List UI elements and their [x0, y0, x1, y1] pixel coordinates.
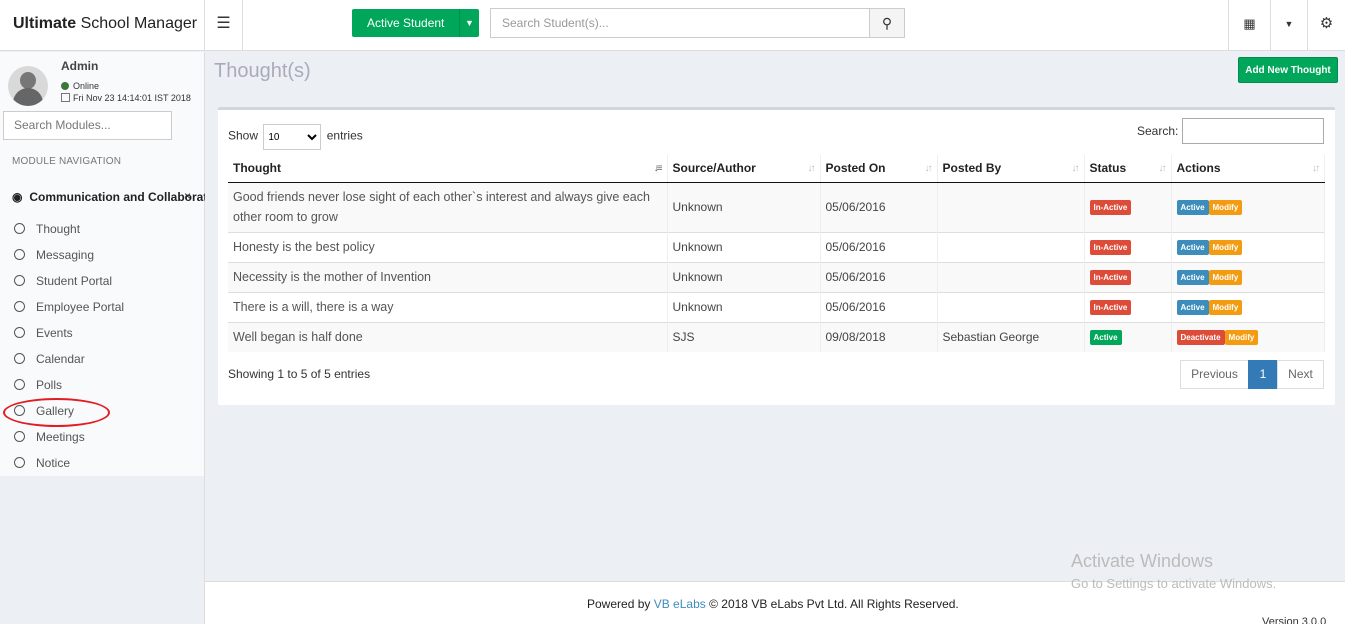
nav-item-polls[interactable]: Polls: [14, 374, 62, 396]
status-badge: In-Active: [1089, 240, 1132, 255]
table-search-input[interactable]: [1182, 118, 1324, 144]
modify-button[interactable]: Modify: [1224, 330, 1259, 346]
modify-button[interactable]: Modify: [1208, 270, 1243, 285]
col-posted-by[interactable]: Posted By ↓↑: [937, 155, 1085, 183]
nav-item-employee-portal[interactable]: Employee Portal: [14, 296, 124, 318]
active-student-dropdown[interactable]: Active Student ▼: [352, 9, 479, 37]
sort-icon: ↓↑: [1071, 163, 1080, 174]
menu-toggle-icon[interactable]: ☰: [205, 0, 243, 51]
sort-icon: ↓↑: [924, 163, 933, 174]
circle-icon: [14, 275, 25, 286]
table-row: Good friends never lose sight of each ot…: [228, 181, 1325, 232]
col-posted-on[interactable]: Posted On ↓↑: [820, 155, 938, 183]
activate-button[interactable]: Active: [1176, 240, 1209, 255]
nav-item-messaging[interactable]: Messaging: [14, 244, 94, 266]
circle-icon: [14, 379, 25, 390]
thoughts-table: Thought ↓≡ Source/Author ↓↑ Posted On ↓↑ Po…: [228, 155, 1325, 352]
red-highlight-circle: [3, 398, 110, 427]
table-row: Necessity is the mother of Invention Unk…: [228, 261, 1325, 292]
pagination-page-1[interactable]: 1: [1248, 360, 1278, 389]
modify-button[interactable]: Modify: [1208, 240, 1243, 255]
col-status[interactable]: Status ↓↑: [1084, 155, 1172, 183]
pagination-previous[interactable]: Previous: [1180, 360, 1249, 389]
nav-item-notice[interactable]: Notice: [14, 452, 70, 474]
add-new-thought-button[interactable]: Add New Thought: [1238, 57, 1338, 83]
circle-icon: [14, 223, 25, 234]
activate-windows-title: Activate Windows: [1071, 551, 1214, 571]
show-entries: Show 10 entries: [228, 124, 363, 150]
footer-text: Powered by VB eLabs © 2018 VB eLabs Pvt …: [587, 597, 959, 611]
version: Version 3.0.0: [1262, 616, 1327, 624]
status-badge: In-Active: [1089, 270, 1132, 285]
activate-button[interactable]: Active: [1176, 300, 1209, 315]
activate-windows-subtitle: Go to Settings to activate Windows.: [1071, 576, 1277, 591]
status-badge: In-Active: [1089, 200, 1132, 215]
table-search-label: Search:: [1137, 124, 1179, 138]
sort-icon: ↓≡: [653, 163, 663, 174]
activate-button[interactable]: Active: [1176, 270, 1209, 285]
search-icon[interactable]: ⚲: [869, 8, 905, 38]
nav-item-events[interactable]: Events: [14, 322, 73, 344]
module-search-input[interactable]: Search Modules...: [3, 111, 172, 140]
table-row: Honesty is the best policy Unknown 05/06…: [228, 231, 1325, 262]
sidebar-bottom: [0, 476, 205, 624]
page-title: Thought(s): [214, 60, 311, 82]
status-badge: Active: [1089, 330, 1122, 346]
chevron-down-icon[interactable]: ▼: [459, 9, 479, 37]
nav-item-thought[interactable]: Thought: [14, 218, 80, 240]
circle-icon: [14, 431, 25, 442]
sort-icon: ↓↑: [807, 163, 816, 174]
col-thought[interactable]: Thought ↓≡: [228, 155, 668, 183]
nav-item-meetings[interactable]: Meetings: [14, 426, 85, 448]
col-source-author[interactable]: Source/Author ↓↑: [667, 155, 821, 183]
sort-icon: ↓↑: [1312, 163, 1320, 174]
circle-icon: [14, 301, 25, 312]
status-badge: In-Active: [1089, 300, 1132, 315]
modify-button[interactable]: Modify: [1208, 200, 1243, 215]
nav-item-student-portal[interactable]: Student Portal: [14, 270, 112, 292]
status-dot-icon: [61, 82, 69, 90]
app-logo[interactable]: Ultimate School Manager: [0, 0, 205, 51]
sort-icon: ↓↑: [1158, 163, 1167, 174]
student-search-input[interactable]: Search Student(s)...: [490, 8, 870, 38]
gears-icon[interactable]: ⚙: [1307, 0, 1345, 51]
collapse-icon[interactable]: ×: [184, 190, 191, 203]
dashboard-icon: ◉: [12, 190, 23, 204]
table-info: Showing 1 to 5 of 5 entries: [228, 367, 371, 381]
grid-icon[interactable]: ▦: [1228, 0, 1270, 51]
pagination-next[interactable]: Next: [1277, 360, 1324, 389]
table-row: There is a will, there is a way Unknown …: [228, 291, 1325, 322]
online-status: Online: [61, 81, 99, 91]
circle-icon: [14, 249, 25, 260]
circle-icon: [14, 457, 25, 468]
nav-item-calendar[interactable]: Calendar: [14, 348, 85, 370]
table-row: Well began is half done SJS 09/08/2018 S…: [228, 321, 1325, 352]
module-navigation-header: MODULE NAVIGATION: [12, 156, 122, 167]
user-name: Admin: [61, 59, 99, 73]
avatar: [8, 66, 48, 106]
datetime: Fri Nov 23 14:14:01 IST 2018: [61, 93, 191, 103]
circle-icon: [14, 353, 25, 364]
activate-button[interactable]: Active: [1176, 200, 1209, 215]
circle-icon: [14, 327, 25, 338]
modify-button[interactable]: Modify: [1208, 300, 1243, 315]
col-actions[interactable]: Actions ↓↑: [1171, 155, 1325, 183]
caret-down-icon[interactable]: ▼: [1270, 0, 1307, 51]
calendar-icon: [61, 93, 70, 102]
footer-link[interactable]: VB eLabs: [654, 597, 706, 611]
deactivate-button[interactable]: Deactivate: [1176, 330, 1225, 346]
entries-select[interactable]: 10: [263, 124, 322, 150]
module-group-communication[interactable]: ◉ Communication and Collaborat ×: [12, 190, 205, 210]
